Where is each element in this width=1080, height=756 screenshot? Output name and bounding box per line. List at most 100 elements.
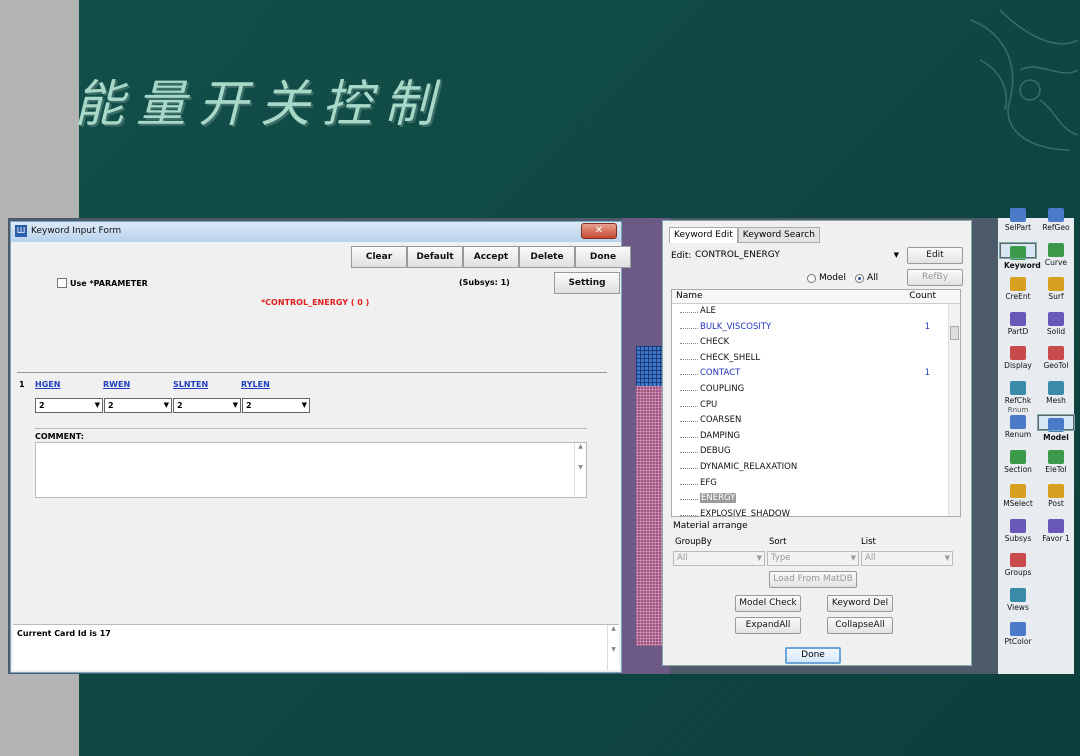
edit-button[interactable]: Edit <box>907 247 963 264</box>
toolbar-solid-button[interactable]: Solid <box>1038 311 1074 336</box>
radio-selected-icon[interactable] <box>855 273 864 283</box>
tree-connector <box>680 327 698 329</box>
edit-keyword-select[interactable]: CONTROL_ENERGY ▼ <box>693 249 901 263</box>
eletol-icon <box>1048 449 1064 464</box>
tree-connector <box>680 514 698 516</box>
toolbar-groups-button[interactable]: Groups <box>1000 553 1036 577</box>
radio-model[interactable]: Model <box>807 273 846 283</box>
tree-item-label: EXPLOSIVE_SHADOW <box>700 508 791 517</box>
toolbar-post-button[interactable]: Post <box>1038 484 1074 508</box>
toolbar-partd-button[interactable]: PartD <box>1000 311 1036 336</box>
panel-done-button[interactable]: Done <box>785 647 841 664</box>
toolbar-label: SelPart <box>1004 223 1032 232</box>
radio-all[interactable]: All <box>855 273 878 283</box>
scrollbar[interactable]: ▲ ▼ <box>607 625 619 670</box>
form-toolbar: Clear Default Accept Delete Done <box>351 246 631 268</box>
toolbar-eletol-button[interactable]: EleTol <box>1038 449 1074 474</box>
tree-item[interactable]: DEBUG <box>672 444 960 460</box>
toolbar-refgeo-button[interactable]: RefGeo <box>1038 208 1074 232</box>
toolbar-keyword-button[interactable]: Keyword <box>999 241 1041 270</box>
scroll-thumb[interactable] <box>950 326 959 340</box>
material-arrange-label: Material arrange <box>673 521 748 531</box>
toolbar-creent-button[interactable]: CreEnt <box>1000 277 1036 301</box>
toolbar-ptcolor-button[interactable]: PtColor <box>1000 622 1036 646</box>
field-label-slnten[interactable]: SLNTEN <box>173 380 208 389</box>
slnten-select[interactable]: 2 ▼ <box>173 398 241 413</box>
tab-keyword-search[interactable]: Keyword Search <box>737 227 820 243</box>
use-parameter-checkbox[interactable]: Use *PARAMETER <box>57 278 148 288</box>
divider <box>17 372 607 373</box>
tree-item[interactable]: COARSEN <box>672 413 960 429</box>
sort-select[interactable]: Type ▼ <box>767 551 859 566</box>
keyword-del-button[interactable]: Keyword Del <box>827 595 893 612</box>
tree-item[interactable]: DYNAMIC_RELAXATION <box>672 460 960 476</box>
tree-item[interactable]: EXPLOSIVE_SHADOW <box>672 507 960 517</box>
toolbar-mselect-button[interactable]: MSelect <box>1000 484 1036 508</box>
toolbar-views-button[interactable]: Views <box>1000 587 1036 612</box>
toolbar-section-button[interactable]: Section <box>1000 449 1036 474</box>
toolbar-selpart-button[interactable]: SelPart <box>1000 208 1036 232</box>
setting-button[interactable]: Setting <box>554 272 620 294</box>
checkbox-icon[interactable] <box>57 278 67 288</box>
comment-textarea[interactable]: ▲ ▼ <box>35 442 587 498</box>
sort-label: Sort <box>769 537 787 547</box>
toolbar-label: EleTol <box>1045 464 1067 474</box>
rwen-select[interactable]: 2 ▼ <box>104 398 172 413</box>
toolbar-subsys-button[interactable]: Subsys <box>1000 518 1036 543</box>
model-check-button[interactable]: Model Check <box>735 595 801 612</box>
tree-item[interactable]: BULK_VISCOSITY 1 <box>672 320 960 336</box>
toolbar-surf-button[interactable]: Surf <box>1038 277 1074 301</box>
toolbar-label: RefChk <box>1004 395 1032 405</box>
toolbar-curve-button[interactable]: Curve <box>1038 242 1074 267</box>
tree-header: Name Count <box>672 290 960 304</box>
accept-button[interactable]: Accept <box>463 246 519 268</box>
tree-item[interactable]: CPU <box>672 398 960 414</box>
toolbar-refchk-button[interactable]: RefChk <box>1000 380 1036 405</box>
default-button[interactable]: Default <box>407 246 463 268</box>
field-label-hgen[interactable]: HGEN <box>35 380 60 389</box>
tree-item[interactable]: CHECK_SHELL <box>672 351 960 367</box>
hgen-select[interactable]: 2 ▼ <box>35 398 103 413</box>
delete-button[interactable]: Delete <box>519 246 575 268</box>
toolbar-geotol-button[interactable]: GeoTol <box>1038 346 1074 370</box>
load-from-matdb-button[interactable]: Load From MatDB <box>769 571 857 588</box>
refby-button[interactable]: RefBy <box>907 269 963 286</box>
tree-item[interactable]: CONTACT 1 <box>672 366 960 382</box>
toolbar-model-button[interactable]: Model <box>1037 414 1075 442</box>
tree-item[interactable]: EFG <box>672 476 960 492</box>
tree-item[interactable]: DAMPING <box>672 429 960 445</box>
clear-button[interactable]: Clear <box>351 246 407 268</box>
tree-item[interactable]: ALE <box>672 304 960 320</box>
radio-icon[interactable] <box>807 273 816 283</box>
toolbar-label: Post <box>1048 499 1064 508</box>
toolbar-display-button[interactable]: Display <box>1000 346 1036 370</box>
done-button[interactable]: Done <box>575 246 631 268</box>
tree-item[interactable]: ENERGY <box>672 491 960 507</box>
scrollbar[interactable]: ▲ ▼ <box>574 443 586 497</box>
tree-item-label: COUPLING <box>700 383 745 394</box>
favor-1-icon <box>1048 518 1064 533</box>
close-icon[interactable]: ✕ <box>581 223 617 239</box>
tree-connector <box>680 389 698 391</box>
toolbar-favor-1-button[interactable]: Favor 1 <box>1038 518 1074 543</box>
field-label-rylen[interactable]: RYLEN <box>241 380 270 389</box>
tree-item[interactable]: CHECK <box>672 335 960 351</box>
tree-connector <box>680 374 698 376</box>
butterfly-ornament-icon <box>969 9 1079 151</box>
tree-item[interactable]: COUPLING <box>672 382 960 398</box>
tab-keyword-edit[interactable]: Keyword Edit <box>669 227 738 243</box>
collapse-all-button[interactable]: CollapseAll <box>827 617 893 634</box>
toolbar-renum-button[interactable]: Renum <box>1000 415 1036 439</box>
groupby-select[interactable]: All ▼ <box>673 551 765 566</box>
geotol-icon <box>1048 346 1064 360</box>
list-select[interactable]: All ▼ <box>861 551 953 566</box>
expand-all-button[interactable]: ExpandAll <box>735 617 801 634</box>
toolbar-label: GeoTol <box>1043 361 1069 370</box>
toolbar-mesh-button[interactable]: Mesh <box>1038 380 1074 405</box>
rylen-select[interactable]: 2 ▼ <box>242 398 310 413</box>
tree-scrollbar[interactable] <box>948 304 960 516</box>
field-label-rwen[interactable]: RWEN <box>103 380 130 389</box>
status-textarea[interactable]: Current Card Id is 17 ▲ ▼ <box>13 624 619 670</box>
dropdown-arrow-icon: ▼ <box>850 554 856 562</box>
tree-connector <box>680 343 698 345</box>
